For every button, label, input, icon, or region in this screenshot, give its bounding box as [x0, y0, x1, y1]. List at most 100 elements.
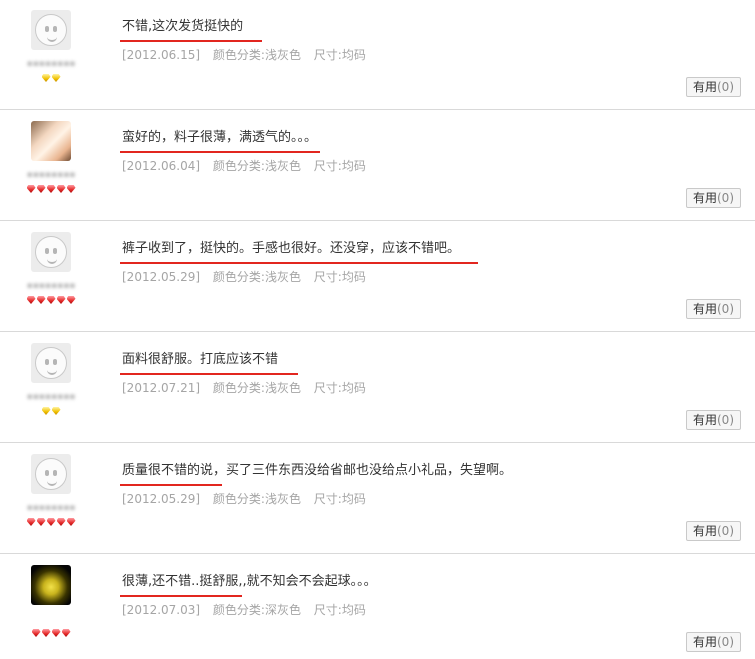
default-avatar-icon: [35, 14, 67, 46]
review-color: 颜色分类:浅灰色: [212, 270, 301, 284]
review-date: [2012.06.04]: [122, 159, 201, 173]
review-color: 颜色分类:浅灰色: [212, 492, 301, 506]
useful-label: 有用: [692, 524, 717, 538]
red-diamond-icon: [46, 518, 56, 526]
buyer-rank-icon: [0, 74, 102, 86]
useful-button[interactable]: 有用(0): [685, 299, 741, 319]
red-underline-mark: [120, 151, 320, 153]
useful-count: (0): [717, 413, 734, 427]
review-date: [2012.07.03]: [122, 603, 201, 617]
review-content: 面料很舒服。打底应该不错: [122, 352, 279, 367]
red-diamond-icon: [56, 296, 66, 304]
review-meta: [2012.05.29] 颜色分类:浅灰色 尺寸:均码: [122, 268, 375, 285]
review-color: 颜色分类:浅灰色: [212, 159, 301, 173]
red-diamond-icon: [46, 296, 56, 304]
review-item: 很薄,还不错..挺舒服,,就不知会不会起球。。。 [2012.07.03] 颜色…: [0, 555, 755, 659]
red-diamond-icon: [66, 518, 76, 526]
useful-button[interactable]: 有用(0): [685, 632, 741, 652]
yellow-diamond-icon: [41, 74, 51, 82]
red-diamond-icon: [36, 185, 46, 193]
review-size: 尺寸:均码: [313, 48, 366, 62]
yellow-diamond-icon: [51, 74, 61, 82]
review-item: ▪▪▪▪▪▪▪▪ 质量很不错的说，买了三件东西没给省邮也没给点小礼品，失望啊。 …: [0, 444, 755, 554]
red-underline-mark: [120, 595, 242, 597]
red-diamond-icon: [56, 518, 66, 526]
review-date: [2012.07.21]: [122, 381, 201, 395]
yellow-diamond-icon: [51, 407, 61, 415]
review-date: [2012.06.15]: [122, 48, 201, 62]
avatar[interactable]: [31, 232, 71, 272]
review-meta: [2012.05.29] 颜色分类:浅灰色 尺寸:均码: [122, 490, 375, 507]
buyer-rank-icon: [0, 185, 102, 197]
useful-label: 有用: [692, 80, 717, 94]
yellow-diamond-icon: [41, 407, 51, 415]
username-blurred: ▪▪▪▪▪▪▪▪: [26, 392, 76, 402]
review-item: ▪▪▪▪▪▪▪▪ 裤子收到了，挺快的。手感也很好。还没穿，应该不错吧。 [201…: [0, 222, 755, 332]
red-diamond-icon: [66, 296, 76, 304]
red-underline-mark: [120, 262, 478, 264]
username-blurred: ▪▪▪▪▪▪▪▪: [26, 59, 76, 69]
review-list: ▪▪▪▪▪▪▪▪ 不错,这次发货挺快的 [2012.06.15] 颜色分类:浅灰…: [0, 0, 755, 659]
red-diamond-icon: [36, 518, 46, 526]
buyer-rank-icon: [0, 407, 102, 419]
red-underline-mark: [120, 40, 262, 42]
review-content: 质量很不错的说，买了三件东西没给省邮也没给点小礼品，失望啊。: [122, 463, 513, 478]
review-item: ▪▪▪▪▪▪▪▪ 蛮好的，料子很薄，满透气的。。。 [2012.06.04] 颜…: [0, 111, 755, 221]
useful-count: (0): [717, 302, 734, 316]
red-diamond-icon: [61, 629, 71, 637]
useful-button[interactable]: 有用(0): [685, 410, 741, 430]
red-diamond-icon: [51, 629, 61, 637]
review-meta: [2012.06.04] 颜色分类:浅灰色 尺寸:均码: [122, 157, 375, 174]
red-diamond-icon: [26, 518, 36, 526]
review-meta: [2012.07.03] 颜色分类:深灰色 尺寸:均码: [122, 601, 375, 618]
review-meta: [2012.07.21] 颜色分类:浅灰色 尺寸:均码: [122, 379, 375, 396]
useful-count: (0): [717, 635, 734, 649]
avatar[interactable]: [31, 121, 71, 161]
review-content: 蛮好的，料子很薄，满透气的。。。: [122, 130, 318, 145]
review-color: 颜色分类:深灰色: [212, 603, 301, 617]
username-blurred: ▪▪▪▪▪▪▪▪: [26, 170, 76, 180]
default-avatar-icon: [35, 458, 67, 490]
avatar[interactable]: [31, 565, 71, 605]
useful-button[interactable]: 有用(0): [685, 188, 741, 208]
useful-count: (0): [717, 80, 734, 94]
red-diamond-icon: [31, 629, 41, 637]
review-date: [2012.05.29]: [122, 492, 201, 506]
useful-count: (0): [717, 524, 734, 538]
red-underline-mark: [120, 373, 298, 375]
review-date: [2012.05.29]: [122, 270, 201, 284]
avatar[interactable]: [31, 454, 71, 494]
useful-count: (0): [717, 191, 734, 205]
red-diamond-icon: [26, 185, 36, 193]
avatar[interactable]: [31, 343, 71, 383]
useful-label: 有用: [692, 302, 717, 316]
useful-label: 有用: [692, 635, 717, 649]
red-diamond-icon: [66, 185, 76, 193]
review-size: 尺寸:均码: [313, 381, 366, 395]
username-blurred: ▪▪▪▪▪▪▪▪: [26, 281, 76, 291]
buyer-rank-icon: [0, 296, 102, 308]
red-diamond-icon: [41, 629, 51, 637]
red-underline-mark: [120, 484, 222, 486]
useful-button[interactable]: 有用(0): [685, 521, 741, 541]
useful-button[interactable]: 有用(0): [685, 77, 741, 97]
review-color: 颜色分类:浅灰色: [212, 48, 301, 62]
default-avatar-icon: [35, 236, 67, 268]
review-size: 尺寸:均码: [313, 492, 366, 506]
useful-label: 有用: [692, 191, 717, 205]
username-blurred: ▪▪▪▪▪▪▪▪: [26, 503, 76, 513]
avatar[interactable]: [31, 10, 71, 50]
buyer-rank-icon: [0, 518, 102, 530]
red-diamond-icon: [26, 296, 36, 304]
review-size: 尺寸:均码: [313, 270, 366, 284]
buyer-rank-icon: [0, 629, 102, 641]
red-diamond-icon: [36, 296, 46, 304]
review-item: ▪▪▪▪▪▪▪▪ 不错,这次发货挺快的 [2012.06.15] 颜色分类:浅灰…: [0, 0, 755, 110]
default-avatar-icon: [35, 347, 67, 379]
useful-label: 有用: [692, 413, 717, 427]
review-size: 尺寸:均码: [313, 159, 366, 173]
red-diamond-icon: [56, 185, 66, 193]
review-color: 颜色分类:浅灰色: [212, 381, 301, 395]
red-diamond-icon: [46, 185, 56, 193]
review-meta: [2012.06.15] 颜色分类:浅灰色 尺寸:均码: [122, 46, 375, 63]
